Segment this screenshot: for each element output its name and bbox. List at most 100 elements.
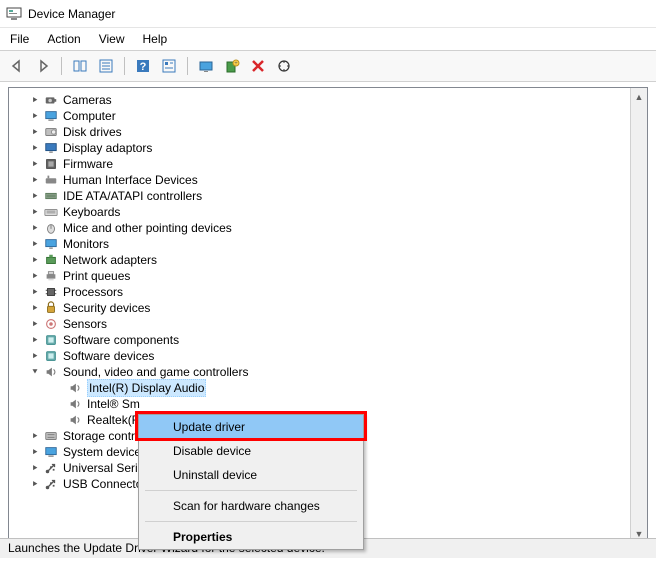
sound-icon (67, 412, 83, 428)
scroll-up-arrow[interactable]: ▲ (631, 88, 647, 105)
software-icon (43, 332, 59, 348)
tree-device[interactable]: Intel® Sm (11, 396, 647, 412)
tree-category[interactable]: ⯈Network adapters (11, 252, 647, 268)
expand-icon[interactable]: ⯈ (29, 444, 41, 460)
expand-icon[interactable]: ⯈ (29, 124, 41, 140)
tree-category-label: Cameras (63, 92, 112, 108)
expand-icon[interactable]: ⯈ (29, 348, 41, 364)
tree-category[interactable]: ⯆ Sound, video and game controllers (11, 364, 647, 380)
tree-device[interactable]: Intel(R) Display Audio (11, 380, 647, 396)
menu-view[interactable]: View (99, 32, 125, 46)
menu-help[interactable]: Help (143, 32, 168, 46)
tree-category-label: IDE ATA/ATAPI controllers (63, 188, 202, 204)
expand-icon[interactable]: ⯈ (29, 476, 41, 492)
security-icon (43, 300, 59, 316)
usb-icon (43, 460, 59, 476)
context-update-driver[interactable]: Update driver (139, 415, 363, 439)
tree-category[interactable]: ⯈Firmware (11, 156, 647, 172)
tree-category[interactable]: ⯈ IDE ATA/ATAPI controllers (11, 188, 647, 204)
expand-icon[interactable]: ⯈ (29, 284, 41, 300)
window-title: Device Manager (28, 7, 115, 21)
expand-icon[interactable]: ⯈ (29, 332, 41, 348)
expand-icon[interactable]: ⯈ (29, 252, 41, 268)
context-scan-hardware[interactable]: Scan for hardware changes (139, 494, 363, 518)
expand-icon[interactable]: ⯈ (29, 156, 41, 172)
tree-category-label: Storage contr (63, 428, 135, 444)
tree-category[interactable]: ⯈ Cameras (11, 92, 647, 108)
tree-category[interactable]: ⯈Disk drives (11, 124, 647, 140)
tree-device-label: Intel® Sm (87, 396, 140, 412)
tree-category-label: Processors (63, 284, 123, 300)
install-legacy-button[interactable]: + (221, 55, 243, 77)
update-driver-button[interactable] (195, 55, 217, 77)
context-properties[interactable]: Properties (139, 525, 363, 549)
expand-icon[interactable]: ⯈ (29, 460, 41, 476)
tree-category-label: Print queues (63, 268, 130, 284)
menu-action[interactable]: Action (47, 32, 80, 46)
computer-icon (43, 108, 59, 124)
scan-hardware-button[interactable] (273, 55, 295, 77)
vertical-scrollbar[interactable]: ▲ ▼ (630, 88, 647, 542)
camera-icon (43, 92, 59, 108)
back-button[interactable] (6, 55, 28, 77)
tree-category[interactable]: ⯈ Software components (11, 332, 647, 348)
menu-file[interactable]: File (10, 32, 29, 46)
storage-icon (43, 428, 59, 444)
expand-icon[interactable]: ⯈ (29, 92, 41, 108)
expand-icon[interactable]: ⯈ (29, 204, 41, 220)
tree-category[interactable]: ⯈ Software devices (11, 348, 647, 364)
expand-icon[interactable]: ⯈ (29, 140, 41, 156)
uninstall-button[interactable] (247, 55, 269, 77)
tree-category-label: Universal Seri (63, 460, 138, 476)
tree-category-label: Sound, video and game controllers (63, 364, 248, 380)
properties-button[interactable] (158, 55, 180, 77)
toolbar: ? + (0, 51, 656, 82)
expand-icon[interactable]: ⯈ (29, 316, 41, 332)
tree-device-label: Intel(R) Display Audio (87, 379, 206, 397)
expand-icon[interactable]: ⯈ (29, 188, 41, 204)
tree-category[interactable]: ⯈Monitors (11, 236, 647, 252)
expand-icon[interactable]: ⯈ (29, 428, 41, 444)
expand-icon[interactable]: ⯈ (29, 108, 41, 124)
tree-category[interactable]: ⯈Mice and other pointing devices (11, 220, 647, 236)
tree-category[interactable]: ⯈Security devices (11, 300, 647, 316)
monitor-icon (43, 236, 59, 252)
toolbar-separator (124, 57, 125, 75)
expand-icon[interactable]: ⯈ (29, 220, 41, 236)
show-hide-console-button[interactable] (69, 55, 91, 77)
tree-category-label: Software components (63, 332, 179, 348)
tree-category-label: USB Connecto (63, 476, 142, 492)
ide-icon (43, 188, 59, 204)
sensor-icon (43, 316, 59, 332)
tree-category[interactable]: ⯈ Print queues (11, 268, 647, 284)
expand-icon[interactable]: ⯈ (29, 268, 41, 284)
collapse-icon[interactable]: ⯆ (29, 364, 41, 380)
tree-category[interactable]: ⯈Sensors (11, 316, 647, 332)
usb-icon (43, 476, 59, 492)
expand-icon[interactable]: ⯈ (29, 172, 41, 188)
expand-icon[interactable]: ⯈ (29, 236, 41, 252)
tree-category-label: Keyboards (63, 204, 120, 220)
firmware-icon (43, 156, 59, 172)
disk-icon (43, 124, 59, 140)
tree-category[interactable]: ⯈Human Interface Devices (11, 172, 647, 188)
svg-text:?: ? (140, 61, 147, 73)
forward-button[interactable] (32, 55, 54, 77)
tree-category[interactable]: ⯈ Keyboards (11, 204, 647, 220)
keyboard-icon (43, 204, 59, 220)
tree-category[interactable]: ⯈Display adaptors (11, 140, 647, 156)
context-uninstall-device[interactable]: Uninstall device (139, 463, 363, 487)
sound-icon (43, 364, 59, 380)
help-button[interactable]: ? (132, 55, 154, 77)
expand-icon[interactable]: ⯈ (29, 300, 41, 316)
tree-category[interactable]: ⯈ Processors (11, 284, 647, 300)
sound-icon (67, 396, 83, 412)
tree-category[interactable]: ⯈Computer (11, 108, 647, 124)
system-icon (43, 444, 59, 460)
menubar: File Action View Help (0, 28, 656, 51)
tree-category-label: System device (63, 444, 141, 460)
context-disable-device[interactable]: Disable device (139, 439, 363, 463)
tree-category-label: Software devices (63, 348, 154, 364)
properties-sheet-button[interactable] (95, 55, 117, 77)
context-separator (145, 521, 357, 522)
